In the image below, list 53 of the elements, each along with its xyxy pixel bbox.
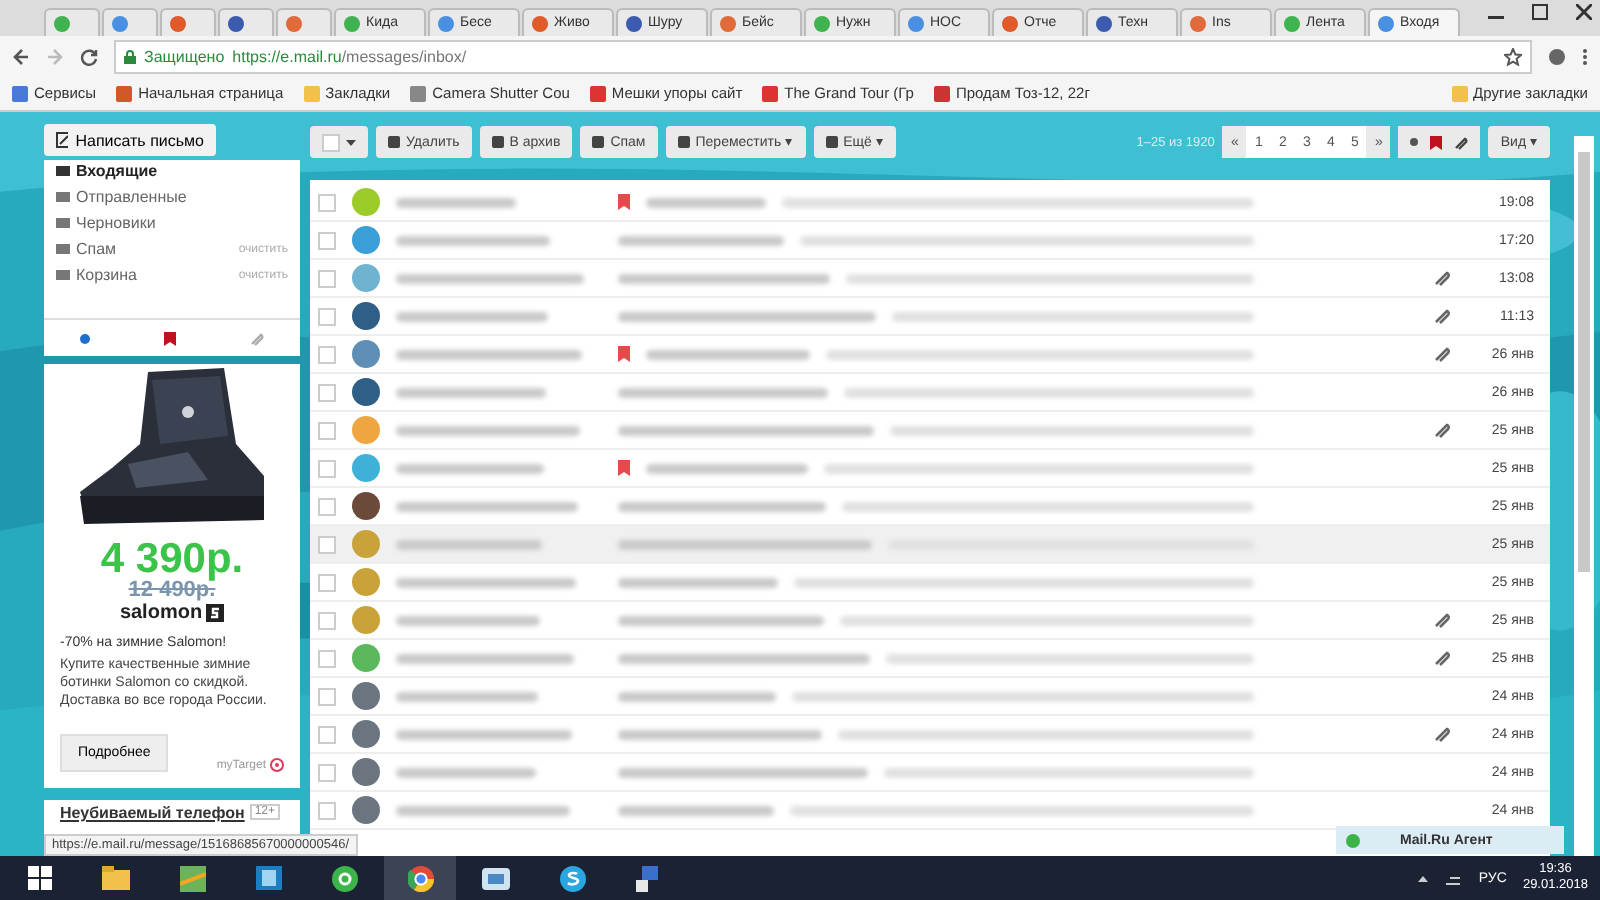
favicon-icon [112, 15, 128, 31]
map-icon [179, 865, 205, 891]
favicon-icon [1002, 15, 1018, 31]
bookmark-icon [762, 85, 779, 101]
window-icon [482, 867, 510, 889]
film-icon [255, 866, 281, 890]
maximize-icon[interactable] [1532, 4, 1548, 20]
chat-icon [559, 865, 585, 891]
folder-icon [1451, 85, 1468, 101]
favicon-icon [344, 15, 360, 31]
close-icon[interactable] [1576, 4, 1592, 20]
favicon-icon [286, 15, 302, 31]
bookmark-icon [12, 85, 28, 101]
favicon-icon [170, 15, 186, 31]
browser-tab[interactable] [44, 8, 100, 36]
browser-tab[interactable] [218, 8, 274, 36]
menu-icon[interactable] [1582, 47, 1588, 65]
favicon-icon [1190, 15, 1206, 31]
lock-icon [124, 49, 136, 63]
network-icon [635, 865, 661, 891]
tray-arrow-icon[interactable] [1418, 875, 1429, 881]
star-icon[interactable] [1504, 47, 1522, 65]
folder-icon [102, 866, 130, 890]
bookmark-icon [116, 85, 133, 101]
extension-icon[interactable] [1548, 47, 1566, 65]
favicon-icon [532, 15, 548, 31]
address-bar[interactable]: Защищено https://e.mail.ru/messages/inbox/ [114, 39, 1532, 73]
bookmark-icon [303, 85, 320, 101]
browser-tab[interactable] [276, 8, 332, 36]
favicon-icon [626, 15, 642, 31]
back-icon[interactable] [12, 47, 30, 65]
url-text: https://e.mail.ru/messages/inbox/ [232, 47, 467, 65]
bookmark-icon [589, 85, 606, 101]
favicon-icon [908, 15, 924, 31]
bookmark-icon [410, 85, 427, 101]
taskbar-app[interactable] [384, 856, 456, 900]
favicon-icon [228, 15, 244, 31]
favicon-icon [814, 15, 830, 31]
windows-icon [28, 866, 52, 890]
favicon-icon [1378, 15, 1394, 31]
forward-icon[interactable] [46, 47, 64, 65]
security-label: Защищено [144, 47, 225, 65]
reload-icon[interactable] [80, 47, 98, 65]
browser-tab[interactable] [102, 8, 158, 36]
favicon-icon [54, 15, 70, 31]
bookmark-icon [933, 85, 950, 101]
favicon-icon [1284, 15, 1300, 31]
network-status-icon[interactable] [1444, 871, 1463, 885]
browser-tab[interactable] [160, 8, 216, 36]
favicon-icon [438, 15, 454, 31]
browser-icon [407, 865, 433, 891]
favicon-icon [720, 15, 736, 31]
favicon-icon [1096, 15, 1112, 31]
